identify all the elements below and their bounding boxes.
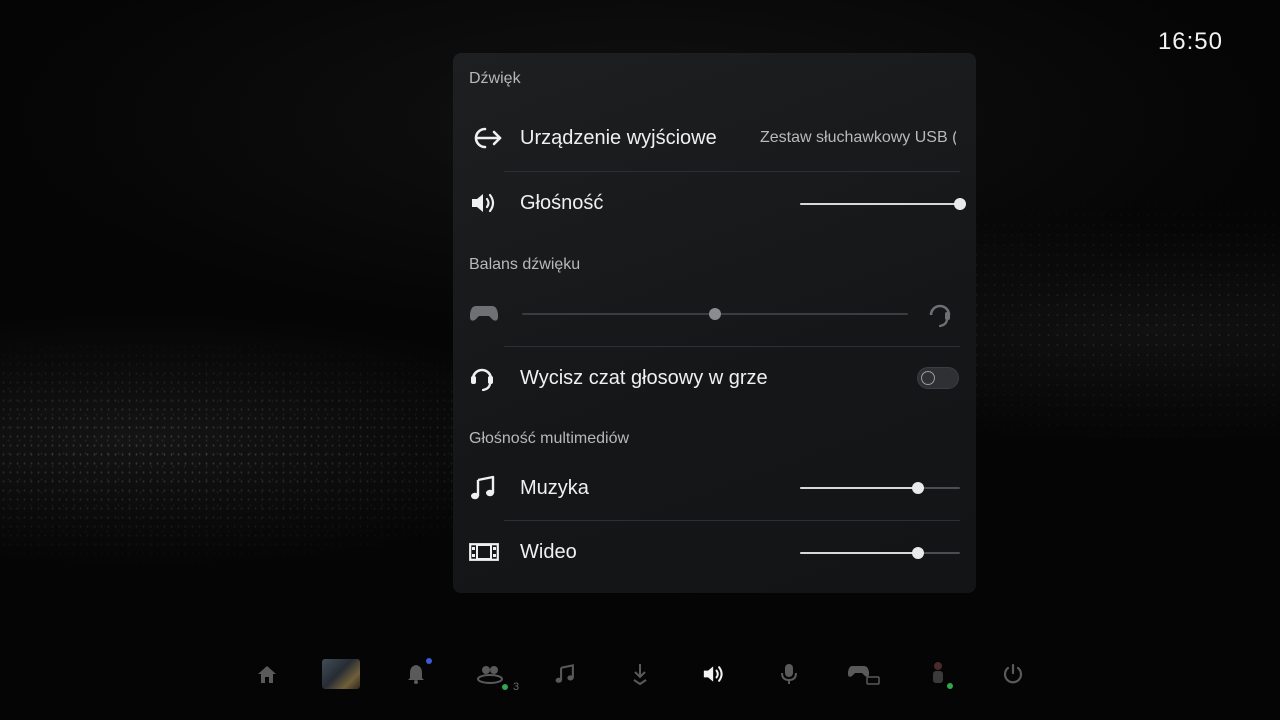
mute-chat-row[interactable]: Wycisz czat głosowy w grze <box>469 346 960 410</box>
slider-fill <box>800 552 919 554</box>
home-icon <box>258 666 276 683</box>
game-thumbnail[interactable] <box>319 650 363 698</box>
controller-icon <box>469 295 505 331</box>
slider-knob[interactable] <box>912 482 925 494</box>
clock: 16:50 <box>1157 28 1223 55</box>
music-button[interactable] <box>543 650 587 698</box>
music-slider[interactable] <box>800 481 960 495</box>
music-note-icon <box>555 664 574 683</box>
volume-slider[interactable] <box>800 197 966 211</box>
mic-button[interactable] <box>767 650 811 698</box>
friends-count: 3 <box>513 681 520 693</box>
notification-dot <box>426 658 432 664</box>
film-icon <box>469 534 505 570</box>
music-label: Muzyka <box>520 476 589 499</box>
online-dot <box>947 683 953 689</box>
slider-knob[interactable] <box>912 547 925 559</box>
toggle-knob <box>921 371 935 385</box>
friends-icon <box>477 666 503 684</box>
speaker-icon <box>469 185 505 221</box>
slider-fill <box>800 487 919 489</box>
sound-button[interactable] <box>692 650 736 698</box>
profile-button[interactable] <box>916 650 960 698</box>
media-section-title: Głośność multimediów <box>469 430 630 447</box>
mic-icon <box>781 664 797 684</box>
game-base-button[interactable]: 3 <box>468 650 519 698</box>
headset-icon <box>927 299 953 329</box>
slider-knob[interactable] <box>709 308 721 320</box>
slider-fill <box>800 203 960 205</box>
sound-panel: Dźwięk Urządzenie wyjściowe Zestaw słuch… <box>453 53 976 593</box>
control-center-bar: 3 <box>0 650 1280 700</box>
output-device-value: Zestaw słuchawkowy USB ( <box>760 129 956 146</box>
bell-icon <box>408 665 424 684</box>
output-arrow-icon <box>469 120 505 156</box>
speaker-icon <box>703 666 723 682</box>
balance-section-title: Balans dźwięku <box>469 256 581 273</box>
online-dot <box>502 684 508 690</box>
power-button[interactable] <box>991 650 1035 698</box>
downloads-button[interactable] <box>618 650 662 698</box>
download-icon <box>633 664 647 686</box>
headset-icon <box>469 360 505 396</box>
music-note-icon <box>469 470 505 506</box>
output-device-label: Urządzenie wyjściowe <box>520 126 717 149</box>
video-label: Wideo <box>520 540 577 563</box>
power-icon <box>1003 663 1023 684</box>
balance-slider[interactable] <box>522 307 908 321</box>
home-button[interactable] <box>245 650 289 698</box>
video-slider[interactable] <box>800 546 960 560</box>
slider-knob[interactable] <box>954 198 966 210</box>
mute-chat-label: Wycisz czat głosowy w grze <box>520 366 768 389</box>
volume-label: Głośność <box>520 191 604 214</box>
accessibility-icon <box>933 662 943 683</box>
notifications-button[interactable] <box>394 650 438 698</box>
controller-battery-icon <box>848 666 880 685</box>
panel-title: Dźwięk <box>469 70 521 87</box>
mute-chat-toggle[interactable] <box>917 367 959 389</box>
accessories-button[interactable] <box>842 650 886 698</box>
